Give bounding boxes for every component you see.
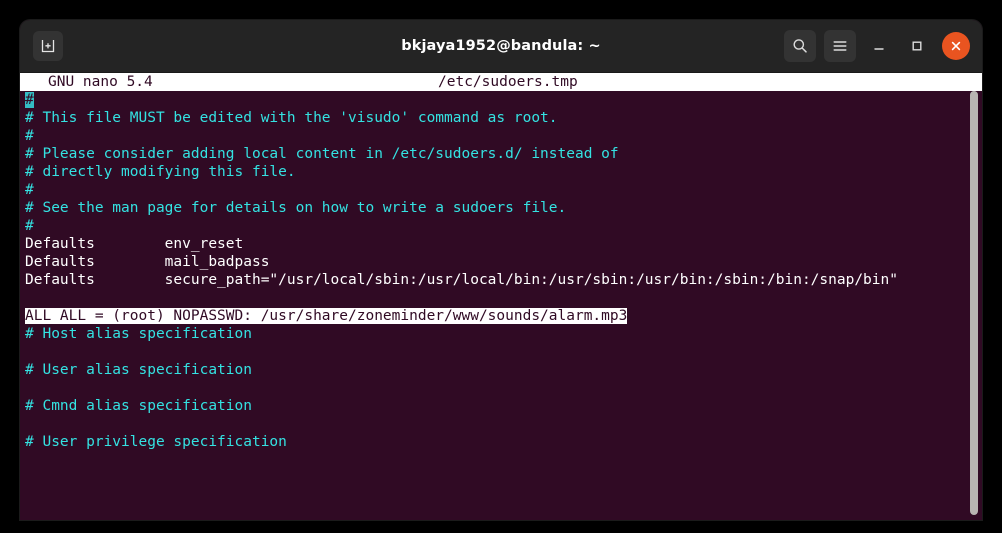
maximize-icon <box>908 37 926 55</box>
editor-line: Defaults secure_path="/usr/local/sbin:/u… <box>25 272 898 288</box>
editor-line: # Please consider adding local content i… <box>25 146 619 162</box>
maximize-button[interactable] <box>902 31 932 61</box>
close-icon <box>948 38 964 54</box>
minimize-icon <box>870 37 888 55</box>
nano-filename-label: /etc/sudoers.tmp <box>438 74 578 90</box>
editor-line: # <box>25 128 34 144</box>
terminal-window: bkjaya1952@bandula: ~ GNU nano 5.4 /etc/… <box>20 20 982 520</box>
nano-title-bar: GNU nano 5.4 /etc/sudoers.tmp <box>20 73 982 91</box>
editor-line: # See the man page for details on how to… <box>25 200 567 216</box>
window-titlebar: bkjaya1952@bandula: ~ <box>20 20 982 73</box>
editor-line: # <box>25 218 34 234</box>
editor-line: ALL ALL = (root) NOPASSWD: /usr/share/zo… <box>25 307 975 325</box>
editor-line: # User privilege specification <box>25 434 287 450</box>
search-button[interactable] <box>784 30 816 62</box>
editor-line: Defaults mail_badpass <box>25 254 270 270</box>
editor-line: # directly modifying this file. <box>25 164 296 180</box>
selected-text: ALL ALL = (root) NOPASSWD: /usr/share/zo… <box>25 308 628 324</box>
scrollbar-thumb[interactable] <box>970 91 978 515</box>
new-tab-icon <box>39 37 57 55</box>
editor-line: # <box>25 91 975 109</box>
new-tab-button[interactable] <box>33 31 63 61</box>
editor-line: Defaults env_reset <box>25 236 244 252</box>
screen: bkjaya1952@bandula: ~ GNU nano 5.4 /etc/… <box>0 0 1002 533</box>
editor-line: # User alias specification <box>25 362 252 378</box>
search-icon <box>791 37 809 55</box>
editor-line: # <box>25 182 34 198</box>
window-controls <box>784 20 972 72</box>
hamburger-menu-icon <box>831 37 849 55</box>
menu-button[interactable] <box>824 30 856 62</box>
nano-version-label: GNU nano 5.4 <box>48 74 153 90</box>
nano-editor-text[interactable]: # # This file MUST be edited with the 'vi… <box>25 91 975 487</box>
terminal-content[interactable]: GNU nano 5.4 /etc/sudoers.tmp # # This fi… <box>20 73 982 520</box>
minimize-button[interactable] <box>864 31 894 61</box>
editor-line: # Cmnd alias specification <box>25 398 252 414</box>
editor-line: # This file MUST be edited with the 'vis… <box>25 110 558 126</box>
terminal-scrollbar[interactable] <box>970 91 978 520</box>
close-button[interactable] <box>942 32 970 60</box>
editor-line: # Host alias specification <box>25 326 252 342</box>
text-cursor: # <box>25 92 34 108</box>
